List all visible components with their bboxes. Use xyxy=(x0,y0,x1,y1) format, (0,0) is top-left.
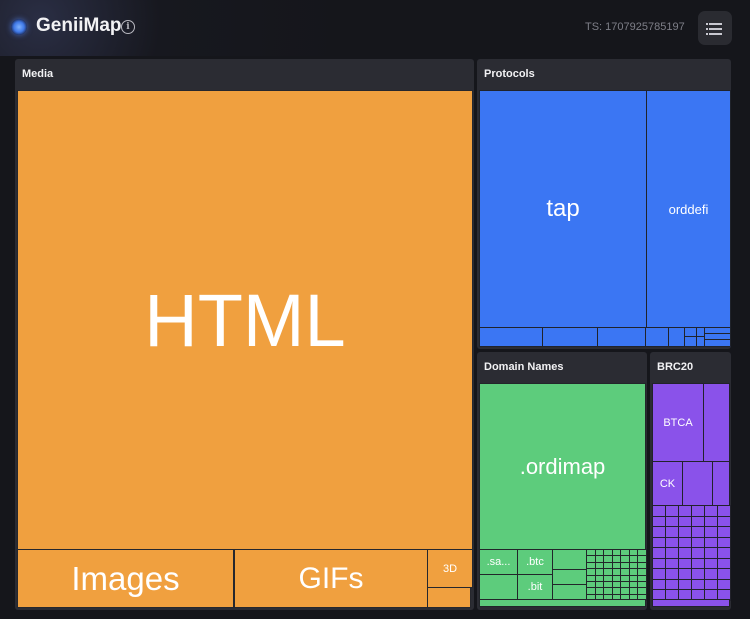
tile-protocol-small[interactable] xyxy=(704,339,731,347)
treemap-group-domain-names: Domain Names .ordimap .sa... .btc .bit xyxy=(477,352,647,610)
tile-html[interactable]: HTML xyxy=(17,90,473,550)
tile-label-images: Images xyxy=(71,559,180,597)
tile-domain-small[interactable] xyxy=(552,549,587,570)
tile-tap[interactable]: tap xyxy=(479,90,647,328)
tile-brc20-strip[interactable] xyxy=(652,599,730,607)
tile-orddefi[interactable]: orddefi xyxy=(646,90,731,328)
app-title: GeniiMap xyxy=(36,15,122,36)
tile-label-btca: BTCA xyxy=(663,416,693,429)
tile-protocol-small[interactable] xyxy=(597,327,646,347)
tile-ck[interactable]: CK xyxy=(652,461,683,506)
group-title-brc20: BRC20 xyxy=(657,361,694,373)
tile-label-3d: 3D xyxy=(442,562,458,575)
tile-label-tap: tap xyxy=(546,195,580,222)
tile-brc20-small[interactable] xyxy=(682,461,713,506)
tile-gifs[interactable]: GIFs xyxy=(234,549,428,608)
tile-protocol-small[interactable] xyxy=(479,327,543,347)
domain-small-tiles xyxy=(586,549,647,601)
tile-domain-strip[interactable] xyxy=(479,599,646,607)
tile-label-sats: .sa... xyxy=(486,556,511,568)
tile-domain-small[interactable] xyxy=(479,574,518,600)
tile-protocol-small[interactable] xyxy=(542,327,598,347)
tile-protocol-small[interactable] xyxy=(668,327,685,347)
treemap-group-brc20: BRC20 BTCA CK xyxy=(650,352,731,610)
tile-domain-small[interactable] xyxy=(552,584,587,600)
info-icon[interactable]: i xyxy=(121,20,135,34)
brc20-small-tiles xyxy=(652,505,731,601)
treemap-group-protocols: Protocols tap orddefi xyxy=(477,59,731,349)
tile-label-orddefi: orddefi xyxy=(668,201,709,217)
tile-btc[interactable]: .btc xyxy=(517,549,553,575)
group-title-domain-names: Domain Names xyxy=(484,361,564,373)
tile-3d[interactable]: 3D xyxy=(427,549,473,588)
tile-btca[interactable]: BTCA xyxy=(652,383,704,462)
tile-bit[interactable]: .bit xyxy=(517,574,553,600)
tile-ordimap[interactable]: .ordimap xyxy=(479,383,646,550)
menu-button[interactable] xyxy=(698,11,732,45)
tile-label-bit: .bit xyxy=(527,581,543,593)
tile-label-html: HTML xyxy=(144,278,346,362)
group-title-protocols: Protocols xyxy=(484,68,535,80)
tile-label-gifs: GIFs xyxy=(298,561,364,595)
tile-domain-small[interactable] xyxy=(552,569,587,585)
tile-label-btc: .btc xyxy=(526,556,544,568)
group-title-media: Media xyxy=(22,68,54,80)
tile-label-ck: CK xyxy=(659,477,676,490)
tile-label-ordimap: .ordimap xyxy=(519,453,606,479)
timestamp: TS: 1707925785197 xyxy=(585,21,685,33)
tile-brc20-small[interactable] xyxy=(703,383,730,462)
app-header: GeniiMap i TS: 1707925785197 xyxy=(0,0,750,56)
tile-protocol-small[interactable] xyxy=(645,327,669,347)
tile-images[interactable]: Images xyxy=(17,549,234,608)
logo-icon xyxy=(11,19,27,35)
tile-sats[interactable]: .sa... xyxy=(479,549,518,575)
treemap-group-media: Media HTML Images GIFs 3D xyxy=(15,59,474,610)
tile-media-small[interactable] xyxy=(427,587,471,608)
tile-brc20-small[interactable] xyxy=(712,461,730,506)
